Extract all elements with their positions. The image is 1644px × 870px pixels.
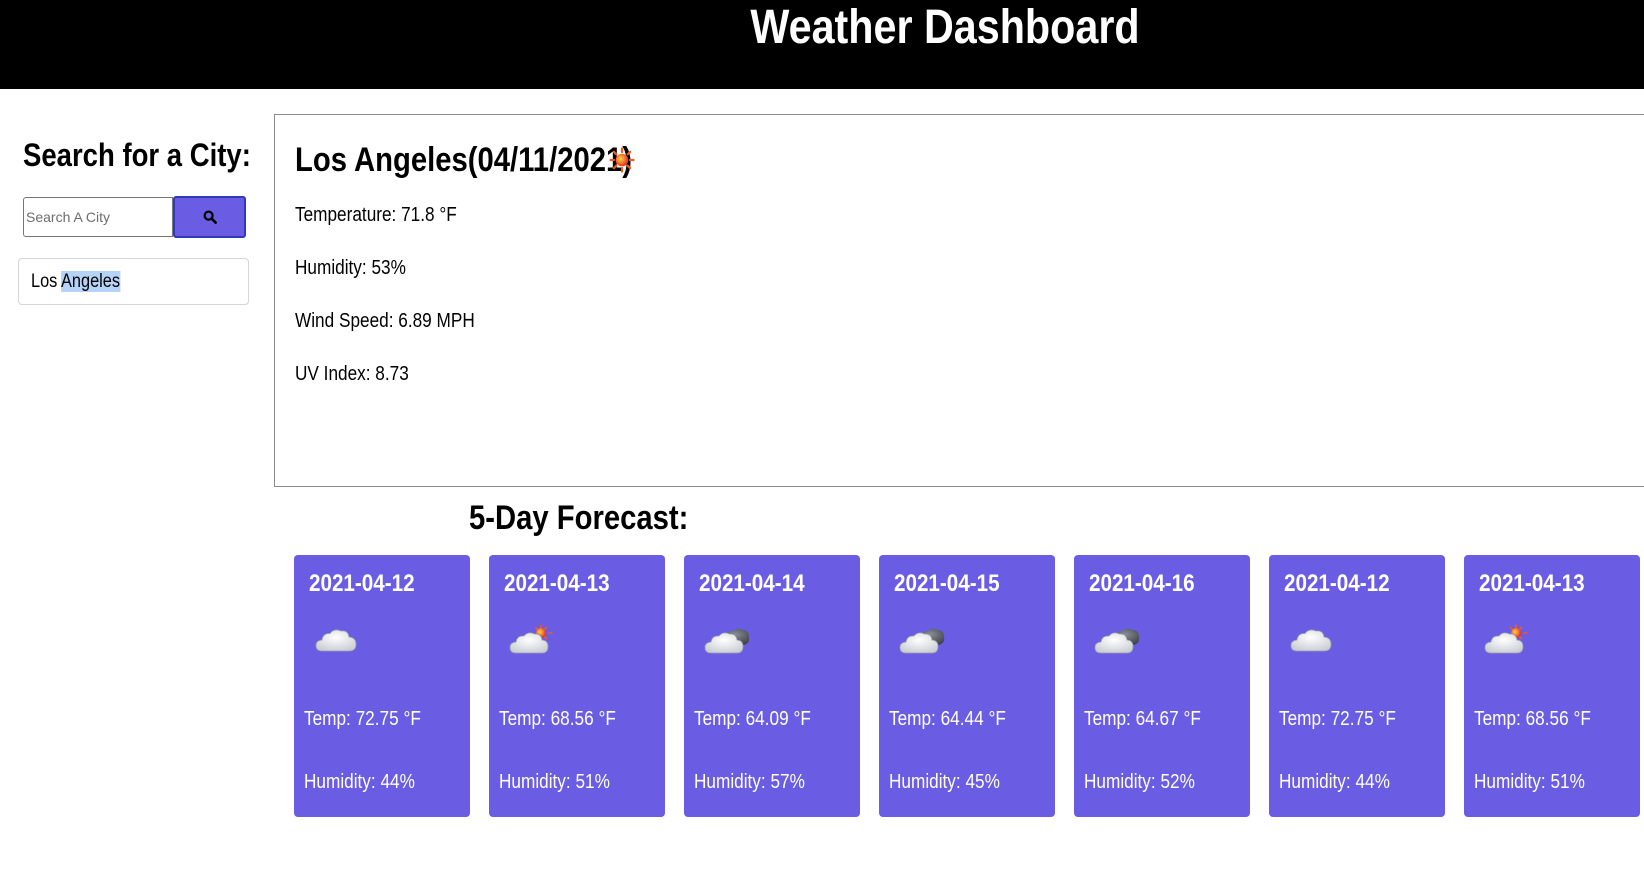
sun-icon <box>609 147 635 173</box>
forecast-card: 2021-04-15 Temp: 64.44 °F Humidity: 45% <box>879 555 1055 817</box>
forecast-card: 2021-04-16 Temp: 64.67 °F Humidity: 52% <box>1074 555 1250 817</box>
forecast-humidity: Humidity: 45% <box>889 771 1000 793</box>
current-weather-card: Los Angeles(04/11/2021) Temperature: 71.… <box>274 114 1644 487</box>
forecast-date: 2021-04-12 <box>309 570 415 597</box>
cloud-icon <box>1290 629 1332 652</box>
broken-clouds-icon <box>899 628 945 654</box>
forecast-date: 2021-04-14 <box>699 570 805 597</box>
forecast-card: 2021-04-13 Temp: 68.56 °F Humidity: 51% <box>489 555 665 817</box>
forecast-humidity: Humidity: 51% <box>1474 771 1585 793</box>
broken-clouds-icon <box>704 628 750 654</box>
current-humidity: Humidity: 53% <box>295 257 406 279</box>
page-title: Weather Dashboard <box>750 1 1140 54</box>
forecast-date: 2021-04-15 <box>894 570 1000 597</box>
current-temperature: Temperature: 71.8 °F <box>295 204 457 226</box>
forecast-temp: Temp: 68.56 °F <box>499 708 616 730</box>
forecast-temp: Temp: 72.75 °F <box>1279 708 1396 730</box>
forecast-temp: Temp: 64.09 °F <box>694 708 811 730</box>
header-bar: Weather Dashboard <box>0 0 1644 89</box>
forecast-humidity: Humidity: 52% <box>1084 771 1195 793</box>
sun-behind-cloud-icon <box>509 624 553 654</box>
search-history-label: Los Angeles <box>31 271 121 292</box>
forecast-heading: 5-Day Forecast: <box>469 499 689 537</box>
forecast-humidity: Humidity: 44% <box>1279 771 1390 793</box>
forecast-card: 2021-04-14 Temp: 64.09 °F Humidity: 57% <box>684 555 860 817</box>
forecast-humidity: Humidity: 44% <box>304 771 415 793</box>
forecast-date: 2021-04-13 <box>1479 570 1585 597</box>
search-button[interactable] <box>173 196 246 238</box>
broken-clouds-icon <box>1094 628 1140 654</box>
search-input[interactable] <box>23 197 173 237</box>
current-uv-index: UV Index: 8.73 <box>295 363 409 385</box>
forecast-humidity: Humidity: 51% <box>499 771 610 793</box>
forecast-date: 2021-04-16 <box>1089 570 1195 597</box>
forecast-date: 2021-04-13 <box>504 570 610 597</box>
search-history-item[interactable]: Los Angeles <box>18 258 249 305</box>
forecast-temp: Temp: 72.75 °F <box>304 708 421 730</box>
search-heading: Search for a City: <box>23 137 251 173</box>
forecast-card: 2021-04-13 Temp: 68.56 °F Humidity: 51% <box>1464 555 1640 817</box>
forecast-card: 2021-04-12 Temp: 72.75 °F Humidity: 44% <box>294 555 470 817</box>
search-icon <box>202 210 217 224</box>
current-wind-speed: Wind Speed: 6.89 MPH <box>295 310 475 332</box>
forecast-temp: Temp: 64.67 °F <box>1084 708 1201 730</box>
cloud-icon <box>315 629 357 652</box>
forecast-temp: Temp: 64.44 °F <box>889 708 1006 730</box>
sun-behind-cloud-icon <box>1484 624 1528 654</box>
forecast-temp: Temp: 68.56 °F <box>1474 708 1591 730</box>
forecast-date: 2021-04-12 <box>1284 570 1390 597</box>
forecast-humidity: Humidity: 57% <box>694 771 805 793</box>
forecast-card: 2021-04-12 Temp: 72.75 °F Humidity: 44% <box>1269 555 1445 817</box>
